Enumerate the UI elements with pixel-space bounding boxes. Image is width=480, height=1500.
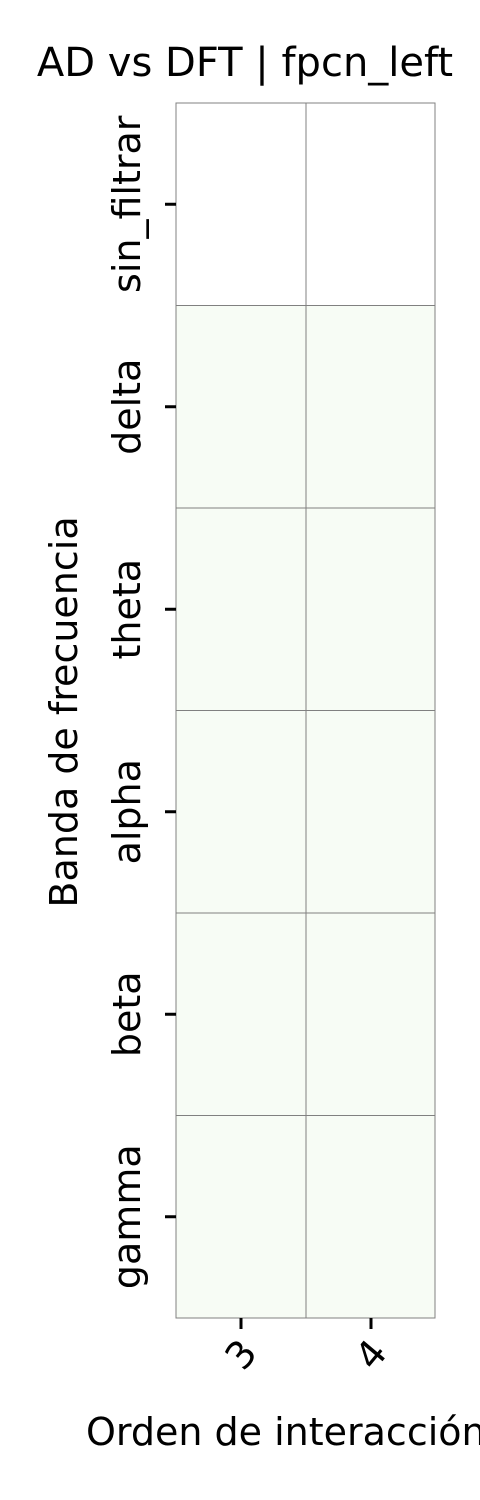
x-tick-labels: 34 <box>216 1331 395 1378</box>
heatmap-cell-beta-3 <box>175 912 307 1116</box>
heatmap-cell-gamma-3 <box>175 1115 307 1319</box>
y-tick-label-delta: delta <box>105 359 149 455</box>
x-tick-label-3: 3 <box>216 1331 265 1378</box>
heatmap-cell-delta-4 <box>305 305 436 509</box>
heatmap-chart: sin_filtrardeltathetaalphabetagamma 34 B… <box>42 102 480 1454</box>
heatmap-cell-theta-3 <box>175 507 307 711</box>
y-axis-label: Banda de frecuencia <box>42 516 86 907</box>
y-tick-label-beta: beta <box>105 971 149 1057</box>
y-tick-label-theta: theta <box>105 559 149 660</box>
heatmap-cell-theta-4 <box>305 507 436 711</box>
heatmap-cell-beta-4 <box>305 912 436 1116</box>
heatmap-cells <box>175 102 436 1319</box>
x-tick-label-4: 4 <box>346 1331 395 1378</box>
heatmap-cell-delta-3 <box>175 305 307 509</box>
heatmap-cell-alpha-3 <box>175 710 307 914</box>
heatmap-cell-sin_filtrar-4 <box>305 102 436 306</box>
y-tick-labels: sin_filtrardelta theta alpha beta gamma <box>105 115 149 1289</box>
y-tick-label-sin_filtrar: sin_filtrar <box>105 115 149 293</box>
x-axis-label: Orden de interacción <box>86 1410 480 1454</box>
heatmap-cell-gamma-4 <box>305 1115 436 1319</box>
heatmap-cell-sin_filtrar-3 <box>175 102 307 306</box>
y-tick-label-alpha: alpha <box>105 759 149 864</box>
y-tick-label-gamma: gamma <box>105 1144 149 1289</box>
heatmap-cell-alpha-4 <box>305 710 436 914</box>
